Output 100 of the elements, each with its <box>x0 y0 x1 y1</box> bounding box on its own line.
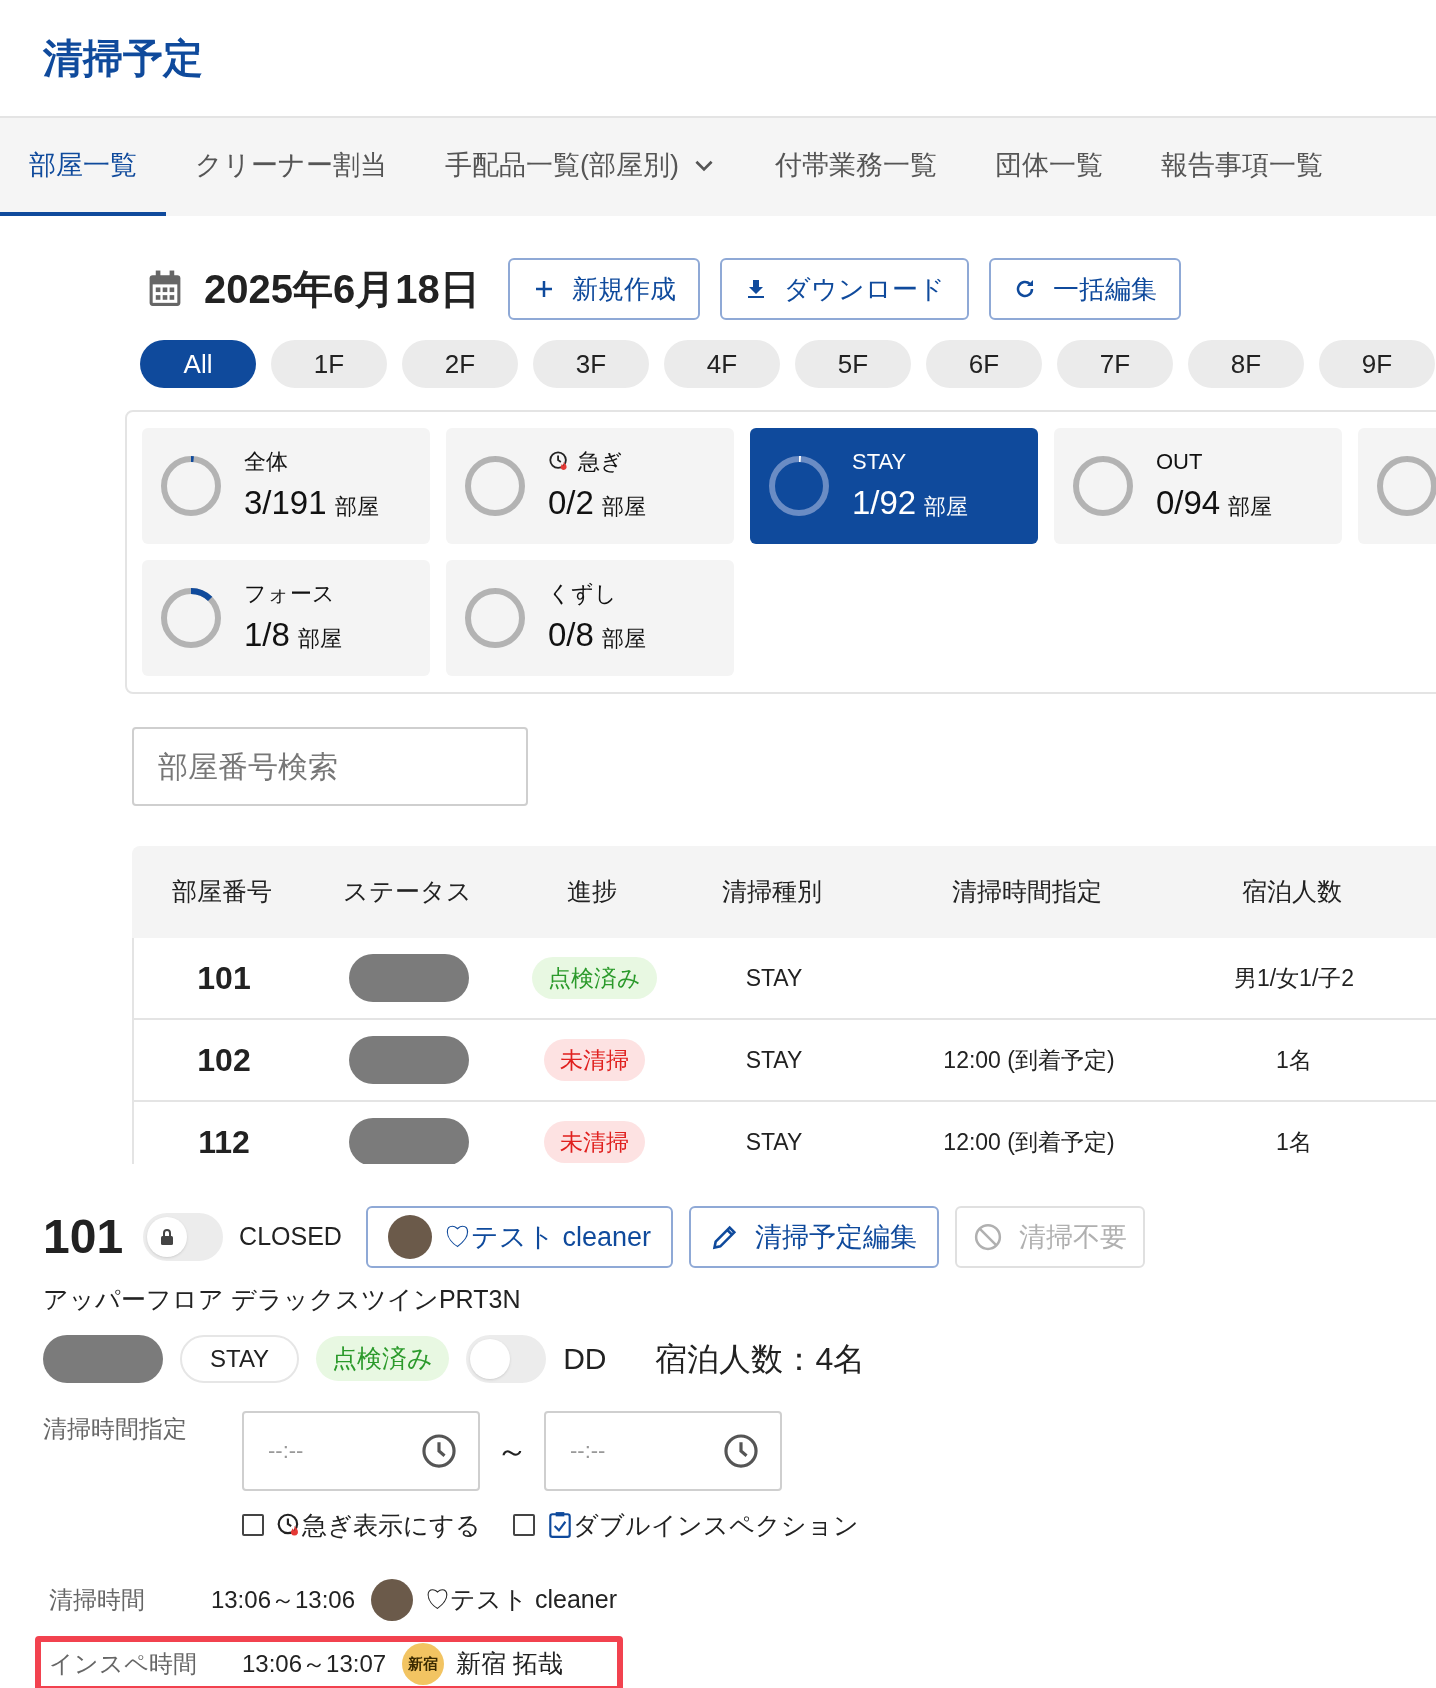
clock-icon <box>420 1431 458 1470</box>
clock-icon <box>722 1431 760 1470</box>
nav-tab[interactable]: 報告事項一覧 <box>1132 118 1352 216</box>
toggle-switch[interactable] <box>466 1334 547 1383</box>
search-field[interactable]: 部屋番号検索 <box>132 727 528 806</box>
stat-label: くずし <box>548 579 617 608</box>
stat-card[interactable]: 急ぎ 0/2 部屋 <box>446 428 734 544</box>
time-input[interactable]: --:-- <box>242 1410 480 1491</box>
record-time: 13:06～13:07 <box>242 1649 387 1679</box>
stat-label: フォース <box>244 579 335 608</box>
avatar-photo-placeholder <box>387 1215 432 1259</box>
cleaning-type-chip: STAY <box>180 1334 300 1383</box>
cleaning-type: STAY <box>744 963 804 993</box>
avatar-badge: 新宿 <box>402 1643 445 1685</box>
stat-label: STAY <box>852 447 907 476</box>
floor-filter-chip[interactable]: All <box>140 340 256 388</box>
clock-fire-icon <box>548 450 570 473</box>
progress-badge: 点検済み <box>316 1335 450 1382</box>
action-button[interactable]: ダウンロード <box>719 258 969 320</box>
floor-filter-chip[interactable]: 9F <box>1319 340 1435 388</box>
floor-filter-chip[interactable]: 7F <box>1057 340 1173 388</box>
page-title: 清掃予定 <box>43 35 203 82</box>
stat-count: 0/8 <box>548 614 594 655</box>
checkbox[interactable] <box>513 1514 535 1537</box>
room-type: アッパーフロア デラックスツインPRT3N <box>43 1284 522 1315</box>
progress-ring <box>1070 453 1136 519</box>
stat-card[interactable]: くずし 0/8 部屋 <box>446 560 734 676</box>
column-header: 宿泊人数 <box>1241 876 1343 908</box>
avatar-photo-placeholder <box>371 1579 414 1621</box>
dd-label: DD <box>563 1341 607 1377</box>
time-input[interactable]: --:-- <box>544 1410 782 1491</box>
nav-tab[interactable]: クリーナー割当 <box>166 118 416 216</box>
stat-unit: 部屋 <box>601 492 646 521</box>
person-name: 新宿 拓哉 <box>456 1648 564 1680</box>
floor-filter-chip[interactable]: 4F <box>664 340 780 388</box>
stat-card[interactable]: STAY 1/92 部屋 <box>750 428 1038 544</box>
toggle-switch[interactable] <box>143 1213 224 1261</box>
stat-count: 0/2 <box>548 482 594 523</box>
stat-count: 3/191 <box>244 482 327 523</box>
progress-ring <box>462 585 528 651</box>
stat-card[interactable]: フォース 1/8 部屋 <box>142 560 430 676</box>
floor-filter-chip[interactable]: 1F <box>271 340 387 388</box>
progress-ring <box>158 585 224 651</box>
nav-tab[interactable]: 手配品一覧(部屋別) <box>416 118 746 216</box>
time-designation: 12:00 (到着予定) <box>943 1127 1115 1157</box>
cleaner-button[interactable]: ♡テスト cleaner <box>365 1206 673 1268</box>
cleaning-type: STAY <box>744 1045 804 1075</box>
checkbox[interactable] <box>242 1514 264 1537</box>
progress-ring <box>1374 453 1436 519</box>
room-number-heading: 101 <box>43 1209 124 1265</box>
progress-ring <box>158 453 224 519</box>
progress-badge: 点検済み <box>531 956 657 1000</box>
floor-filter-chip[interactable]: 2F <box>402 340 518 388</box>
column-header: 進捗 <box>566 876 618 908</box>
stat-label: 全体 <box>244 447 288 476</box>
stat-count: 1/8 <box>244 614 290 655</box>
progress-ring <box>462 453 528 519</box>
action-button[interactable]: 新規作成 <box>507 258 700 320</box>
stat-count: 1/92 <box>852 482 917 523</box>
guest-count: 1名 <box>1275 1127 1313 1157</box>
cleaning-type: STAY <box>744 1127 804 1157</box>
room-number: 112 <box>197 1123 251 1162</box>
guest-count: 1名 <box>1275 1045 1313 1075</box>
prohibited-icon <box>972 1222 1003 1252</box>
column-header: 部屋番号 <box>171 876 273 908</box>
stat-count: 0/94 <box>1156 482 1221 523</box>
checkbox-label: 急ぎ表示にする <box>302 1509 481 1541</box>
lock-state: CLOSED <box>239 1221 342 1253</box>
progress-badge: 未清掃 <box>543 1038 645 1082</box>
progress-badge: 未清掃 <box>543 1120 645 1164</box>
stat-card[interactable]: OUT 0/94 部屋 <box>1054 428 1342 544</box>
nav-tab[interactable]: 付帯業務一覧 <box>746 118 966 216</box>
range-separator: ～ <box>496 1431 528 1471</box>
stat-label: OUT <box>1156 447 1203 476</box>
floor-filter-chip[interactable]: 8F <box>1188 340 1304 388</box>
floor-filter-chip[interactable]: 3F <box>533 340 649 388</box>
pencil-icon <box>710 1223 739 1251</box>
time-designation: 12:00 (到着予定) <box>943 1045 1115 1075</box>
floor-filter-chip[interactable]: 5F <box>795 340 911 388</box>
record-label: インスペ時間 <box>49 1649 198 1679</box>
floor-filter-chip[interactable]: 6F <box>926 340 1042 388</box>
column-header: 清掃種別 <box>721 876 823 908</box>
room-number: 102 <box>196 1041 252 1080</box>
clipboard-check-icon <box>547 1511 573 1540</box>
stat-card[interactable]: 全体 3/191 部屋 <box>142 428 430 544</box>
edit-schedule-button[interactable]: 清掃予定編集 <box>688 1206 939 1268</box>
room-number: 101 <box>196 959 252 998</box>
guest-total: 宿泊人数：4名 <box>655 1339 866 1379</box>
stat-unit: 部屋 <box>297 624 342 653</box>
checkbox-label: ダブルインスペクション <box>573 1509 859 1541</box>
column-header: 清掃時間指定 <box>951 876 1103 908</box>
person-name: ♡テスト cleaner <box>425 1584 617 1616</box>
nav-tab[interactable]: 団体一覧 <box>966 118 1132 216</box>
nav-tab[interactable]: 部屋一覧 <box>0 118 166 216</box>
action-button[interactable]: 一括編集 <box>988 258 1181 320</box>
column-header: ステータス <box>341 876 473 908</box>
stat-unit: 部屋 <box>1228 492 1273 521</box>
field-label: 清掃時間指定 <box>43 1413 188 1444</box>
progress-ring <box>766 453 832 519</box>
record-label: 清掃時間 <box>49 1585 146 1615</box>
